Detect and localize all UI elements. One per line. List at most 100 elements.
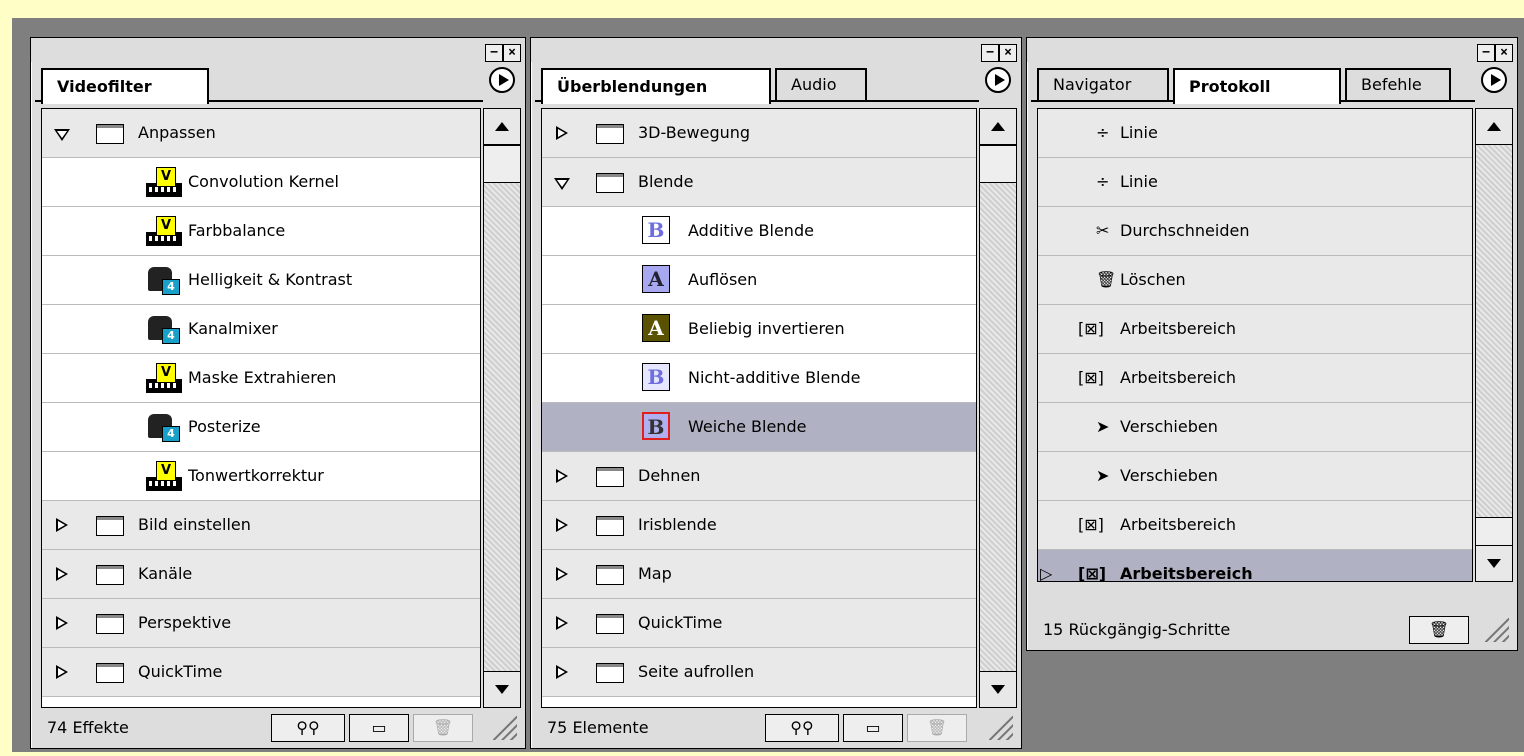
find-button[interactable]: ⚲⚲ [765,714,839,742]
effect-row[interactable]: V Maske Extrahieren [42,354,480,403]
folder-row[interactable]: Dehnen [542,452,976,501]
tab-protokoll[interactable]: Protokoll [1173,68,1341,104]
line-tool-icon: ÷ [1096,172,1110,191]
row-label: Map [638,564,672,583]
resize-grip-icon[interactable] [989,716,1013,740]
camera-effect-icon: 4 [148,265,180,295]
tab-audio[interactable]: Audio [775,68,867,100]
collapse-button[interactable]: − [981,44,999,62]
row-label: QuickTime [138,662,223,681]
vertical-scrollbar[interactable] [979,108,1017,708]
folder-row[interactable]: Bild einstellen [42,501,480,550]
history-step[interactable]: [⊠] Arbeitsbereich [1038,305,1472,354]
disclosure-closed-icon[interactable] [56,518,68,532]
transition-row[interactable]: A Beliebig invertieren [542,305,976,354]
scroll-up-icon[interactable] [1476,109,1512,145]
history-step[interactable]: [⊠] Arbeitsbereich [1038,354,1472,403]
folder-icon [96,663,124,683]
find-button[interactable]: ⚲⚲ [271,714,345,742]
collapse-button[interactable]: − [485,44,503,62]
disclosure-closed-icon[interactable] [556,518,568,532]
status-bar: 75 Elemente ⚲⚲ ▭ 🗑 [535,712,1017,744]
resize-grip-icon[interactable] [493,716,517,740]
disclosure-closed-icon[interactable] [556,665,568,679]
disclosure-closed-icon[interactable] [56,665,68,679]
folder-row[interactable]: Perspektive [42,599,480,648]
folder-row[interactable]: Map [542,550,976,599]
history-step[interactable]: 🗑 Löschen [1038,256,1472,305]
effect-row[interactable]: V Convolution Kernel [42,158,480,207]
folder-row[interactable]: Irisblende [542,501,976,550]
panel-menu-icon[interactable] [1481,67,1507,93]
tab-navigator[interactable]: Navigator [1037,68,1169,100]
folder-row[interactable]: Blende [542,158,976,207]
disclosure-closed-icon[interactable] [56,616,68,630]
scroll-thumb[interactable] [980,145,1016,183]
vertical-scrollbar[interactable] [483,108,521,708]
folder-row[interactable]: 3D-Bewegung [542,109,976,158]
tab-transitions[interactable]: Überblendungen [541,68,771,104]
folder-row[interactable]: QuickTime [542,599,976,648]
vertical-scrollbar[interactable] [1475,108,1513,582]
delete-button[interactable]: 🗑 [413,714,473,742]
scroll-down-icon[interactable] [980,671,1016,707]
disclosure-closed-icon[interactable] [556,567,568,581]
history-step[interactable]: ÷ Linie [1038,158,1472,207]
panel-menu-icon[interactable] [985,67,1011,93]
effect-row[interactable]: 4 Kanalmixer [42,305,480,354]
panel-titlebar[interactable]: − × [531,38,1021,62]
video-effect-icon: V [146,216,182,246]
history-step-current[interactable]: ▷ [⊠] Arbeitsbereich [1038,550,1472,581]
folder-row[interactable]: Anpassen [42,109,480,158]
video-effect-icon: V [146,363,182,393]
disclosure-open-icon[interactable] [554,178,570,190]
scroll-down-icon[interactable] [484,671,520,707]
resize-grip-icon[interactable] [1485,618,1509,642]
folder-row[interactable]: Seite aufrollen [542,648,976,697]
history-step[interactable]: ➤ Verschieben [1038,452,1472,501]
history-step[interactable]: ✂ Durchschneiden [1038,207,1472,256]
new-folder-button[interactable]: ▭ [349,714,409,742]
effect-row[interactable]: 4 Posterize [42,403,480,452]
transition-row[interactable]: A Auflösen [542,256,976,305]
new-folder-button[interactable]: ▭ [843,714,903,742]
effect-row[interactable]: 4 Helligkeit & Kontrast [42,256,480,305]
transition-row[interactable]: B Additive Blende [542,207,976,256]
folder-row[interactable]: QuickTime [42,648,480,697]
row-label: Convolution Kernel [188,172,339,191]
panel-titlebar[interactable]: − × [31,38,525,62]
transition-row-selected[interactable]: B Weiche Blende [542,403,976,452]
panel-titlebar[interactable]: − × [1027,38,1517,62]
scroll-down-icon[interactable] [1476,545,1512,581]
disclosure-closed-icon[interactable] [556,469,568,483]
disclosure-open-icon[interactable] [54,129,70,141]
disclosure-closed-icon[interactable] [556,126,568,140]
effect-row[interactable]: V Tonwertkorrektur [42,452,480,501]
scroll-thumb[interactable] [484,145,520,183]
row-label: QuickTime [638,613,723,632]
panel-menu-icon[interactable] [489,67,515,93]
close-button[interactable]: × [1495,44,1513,62]
tab-videofilter[interactable]: Videofilter [41,68,209,104]
scroll-up-icon[interactable] [980,109,1016,145]
arrow-pointer-icon: ➤ [1096,466,1110,485]
close-button[interactable]: × [999,44,1017,62]
effect-row[interactable]: V Farbbalance [42,207,480,256]
tab-befehle[interactable]: Befehle [1345,68,1451,100]
delete-button[interactable]: 🗑 [1409,616,1469,644]
elements-count: 75 Elemente [547,718,649,737]
delete-button[interactable]: 🗑 [907,714,967,742]
row-label: Weiche Blende [688,417,807,436]
history-step[interactable]: ÷ Linie [1038,109,1472,158]
camera-effect-icon: 4 [148,412,180,442]
folder-row[interactable]: Kanäle [42,550,480,599]
history-step[interactable]: ➤ Verschieben [1038,403,1472,452]
collapse-button[interactable]: − [1477,44,1495,62]
history-step[interactable]: [⊠] Arbeitsbereich [1038,501,1472,550]
transition-row[interactable]: B Nicht-additive Blende [542,354,976,403]
disclosure-closed-icon[interactable] [556,616,568,630]
row-label: Maske Extrahieren [188,368,337,387]
close-button[interactable]: × [503,44,521,62]
disclosure-closed-icon[interactable] [56,567,68,581]
scroll-up-icon[interactable] [484,109,520,145]
